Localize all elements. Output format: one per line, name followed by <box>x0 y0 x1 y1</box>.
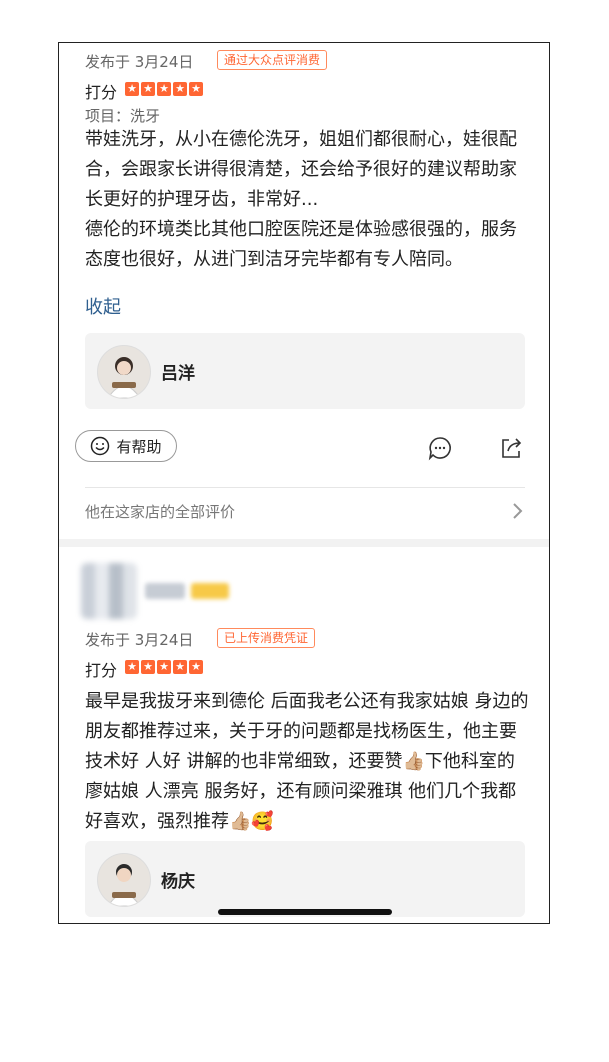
review-paragraph: 德伦的环境类比其他口腔医院还是体验感很强的，服务态度也很好，从进门到洁牙完毕都有… <box>85 219 517 270</box>
collapse-link[interactable]: 收起 <box>85 293 121 319</box>
home-indicator[interactable] <box>218 909 392 915</box>
smile-icon <box>91 436 110 456</box>
user-avatar[interactable] <box>81 563 137 619</box>
star-icon: ★ <box>173 660 187 674</box>
review-paragraph: 带娃洗牙，从小在德伦洗牙，姐姐们都很耐心，娃很配合，会跟家长讲得很清楚，还会给予… <box>85 129 517 210</box>
star-icon: ★ <box>125 82 139 96</box>
star-icon: ★ <box>189 82 203 96</box>
doctor-name: 吕洋 <box>161 364 195 384</box>
review-date: 发布于 3月24日 <box>85 631 194 649</box>
divider <box>85 487 525 488</box>
star-rating: ★ ★ ★ ★ ★ <box>125 660 203 674</box>
all-reviews-link[interactable]: 他在这家店的全部评价 <box>85 501 235 522</box>
score-label: 打分 <box>85 661 118 680</box>
share-icon[interactable] <box>499 435 525 465</box>
doctor-avatar <box>97 345 151 399</box>
comment-icon[interactable] <box>427 435 453 465</box>
star-icon: ★ <box>189 660 203 674</box>
review-date: 发布于 3月24日 <box>85 53 194 71</box>
star-icon: ★ <box>141 660 155 674</box>
consumption-badge: 通过大众点评消费 <box>217 50 328 70</box>
review-list: 发布于 3月24日 通过大众点评消费 打分 ★ ★ ★ ★ ★ 项目：洗牙 带娃… <box>58 42 550 924</box>
star-rating: ★ ★ ★ ★ ★ <box>125 82 203 96</box>
service-item: 项目：洗牙 <box>85 107 161 125</box>
star-icon: ★ <box>125 660 139 674</box>
review-body: 带娃洗牙，从小在德伦洗牙，姐姐们都很耐心，娃很配合，会跟家长讲得很清楚，还会给予… <box>85 125 531 275</box>
user-name[interactable] <box>145 583 185 599</box>
section-separator <box>59 539 549 547</box>
star-icon: ★ <box>173 82 187 96</box>
score-label: 打分 <box>85 83 118 102</box>
user-level-badge <box>191 583 229 599</box>
doctor-card[interactable]: 杨庆 <box>85 841 525 917</box>
star-icon: ★ <box>157 660 171 674</box>
review-body: 最早是我拔牙来到德伦 后面我老公还有我家姑娘 身边的朋友都推荐过来，关于牙的问题… <box>85 687 531 837</box>
chevron-right-icon[interactable] <box>511 501 525 525</box>
review-paragraph: 最早是我拔牙来到德伦 后面我老公还有我家姑娘 身边的朋友都推荐过来，关于牙的问题… <box>85 691 529 832</box>
helpful-button[interactable]: 有帮助 <box>75 430 177 462</box>
doctor-avatar <box>97 853 151 907</box>
receipt-badge: 已上传消费凭证 <box>217 628 316 648</box>
doctor-card[interactable]: 吕洋 <box>85 333 525 409</box>
doctor-name: 杨庆 <box>161 872 195 892</box>
star-icon: ★ <box>141 82 155 96</box>
helpful-label: 有帮助 <box>116 437 162 456</box>
star-icon: ★ <box>157 82 171 96</box>
